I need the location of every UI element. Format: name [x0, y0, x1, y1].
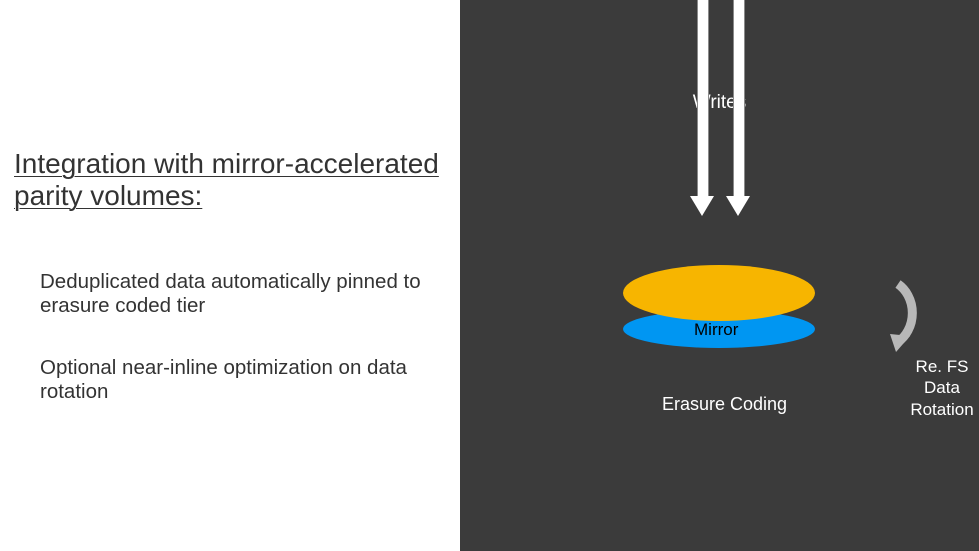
down-arrow-icon — [726, 0, 750, 216]
rotation-label-line2: Data — [924, 378, 960, 397]
rotation-label-line1: Re. FS — [916, 357, 969, 376]
left-panel: Integration with mirror-accelerated pari… — [0, 0, 460, 551]
right-panel: Writes Mirror Erasure Coding Re. FS Data… — [460, 0, 979, 551]
body-paragraph-2: Optional near-inline optimization on dat… — [40, 356, 450, 404]
slide: Integration with mirror-accelerated pari… — [0, 0, 979, 551]
body-paragraph-1: Deduplicated data automatically pinned t… — [40, 270, 450, 318]
down-arrow-icon — [690, 0, 714, 216]
rotation-arrow-icon — [890, 280, 944, 352]
slide-heading: Integration with mirror-accelerated pari… — [14, 148, 444, 212]
mirror-label: Mirror — [694, 320, 738, 340]
tier-ellipse-hot — [623, 265, 815, 321]
erasure-coding-label: Erasure Coding — [662, 394, 787, 415]
rotation-label: Re. FS Data Rotation — [907, 356, 977, 420]
rotation-label-line3: Rotation — [910, 400, 973, 419]
